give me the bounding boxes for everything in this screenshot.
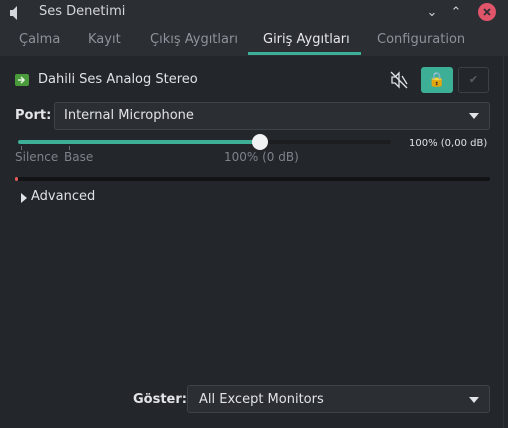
show-value[interactable]: All Except Monitors — [199, 392, 324, 407]
check-icon: ✔ — [468, 73, 479, 86]
tab-recording[interactable]: Kayıt — [88, 32, 121, 47]
scrollbar[interactable] — [503, 56, 504, 428]
speaker-muted-icon — [390, 71, 408, 89]
mark-hundred: 100% (0 dB) — [224, 150, 299, 164]
tab-output-devices[interactable]: Çıkış Aygıtları — [150, 32, 238, 47]
mark-silence: Silence — [15, 150, 59, 164]
set-default-button[interactable]: ✔ — [458, 67, 489, 93]
volume-slider-fill — [18, 140, 260, 144]
minimize-icon: ⌄ — [426, 5, 438, 20]
close-button[interactable] — [478, 3, 496, 21]
maximize-button[interactable]: ⌃ — [447, 4, 465, 22]
speaker-icon — [10, 6, 17, 20]
tab-input-devices[interactable]: Giriş Aygıtları — [263, 32, 350, 47]
chevron-down-icon — [469, 397, 479, 403]
maximize-icon: ⌃ — [450, 5, 462, 20]
port-value[interactable]: Internal Microphone — [64, 108, 194, 123]
volume-slider-handle[interactable] — [252, 134, 268, 150]
minimize-button[interactable]: ⌄ — [423, 4, 441, 22]
tab-configuration[interactable]: Configuration — [377, 32, 465, 47]
window-title: Ses Denetimi — [39, 4, 126, 19]
chevron-down-icon — [469, 113, 479, 119]
mute-button[interactable] — [384, 67, 414, 93]
device-name: Dahili Ses Analog Stereo — [38, 72, 198, 87]
expand-arrow-icon[interactable] — [21, 193, 27, 203]
active-tab-indicator — [248, 52, 361, 55]
lock-channels-button[interactable]: 🔒 — [421, 67, 453, 93]
level-meter-fill — [15, 177, 18, 181]
advanced-expander[interactable]: Advanced — [31, 189, 95, 204]
show-label: Göster: — [133, 392, 187, 407]
level-meter — [15, 177, 490, 181]
close-icon — [483, 8, 491, 16]
mark-base: Base — [64, 150, 94, 164]
volume-value: 100% (0,00 dB) — [409, 138, 488, 149]
sound-card-icon — [15, 74, 29, 86]
tab-playback[interactable]: Çalma — [19, 32, 60, 47]
lock-icon: 🔒 — [428, 72, 446, 88]
port-label: Port: — [15, 108, 52, 123]
